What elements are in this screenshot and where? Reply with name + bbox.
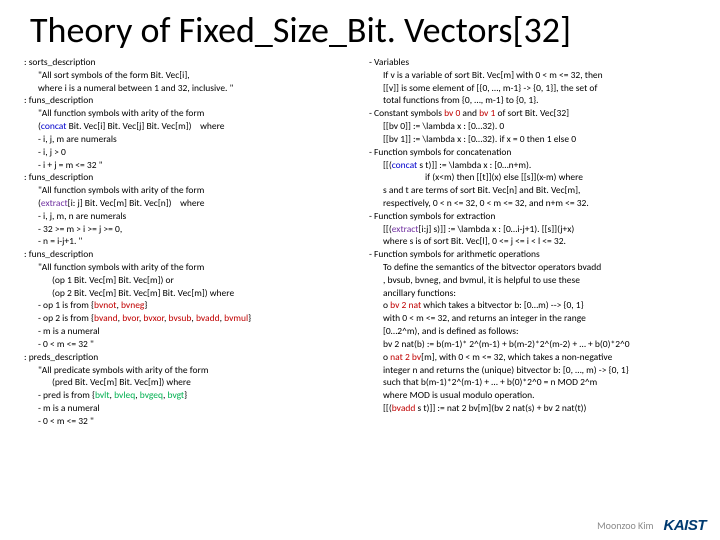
text-line: (op 2 Bit. Vec[m] Bit. Vec[m] Bit. Vec[m… [24,287,357,300]
text-line: (concat Bit. Vec[i] Bit. Vec[j] Bit. Vec… [24,120,357,133]
text-line: "All sort symbols of the form Bit. Vec[i… [24,69,357,82]
text-line: [[bv 1]] := \lambda x : [0…32). if x = 0… [369,133,702,146]
text-line: [[(extract[i:j] s)]] := \lambda x : [0…i… [369,223,702,236]
text-line: (extract[i: j] Bit. Vec[m] Bit. Vec[n]) … [24,197,357,210]
text-line: [[bv 0]] := \lambda x : [0…32). 0 [369,120,702,133]
text-line: where i is a numeral between 1 and 32, i… [24,82,357,95]
right-column: - VariablesIf v is a variable of sort Bi… [363,56,702,428]
text-line: : preds_description [24,351,357,364]
text-line: - Function symbols for concatenation [369,146,702,159]
text-line: To define the semantics of the bitvector… [369,261,702,274]
text-line: integer n and returns the (unique) bitve… [369,364,702,377]
text-line: : funs_description [24,248,357,261]
text-line: : funs_description [24,94,357,107]
text-line: "All predicate symbols with arity of the… [24,364,357,377]
text-line: (pred Bit. Vec[m] Bit. Vec[m]) where [24,376,357,389]
text-line: [[(concat s t)]] := \lambda x : [0…n+m). [369,159,702,172]
footer: Moonzoo Kim KAIST [597,517,706,534]
text-line: where s is of sort Bit. Vec[l], 0 <= j <… [369,235,702,248]
text-line: If v is a variable of sort Bit. Vec[m] w… [369,69,702,82]
text-line: [0…2^m), and is defined as follows: [369,325,702,338]
text-line: - op 1 is from {bvnot, bvneg} [24,299,357,312]
text-line: - i + j = m <= 32 " [24,159,357,172]
text-line: (op 1 Bit. Vec[m] Bit. Vec[m]) or [24,274,357,287]
text-line: where MOD is usual modulo operation. [369,389,702,402]
left-column: : sorts_description"All sort symbols of … [24,56,363,428]
text-line: o bv 2 nat which takes a bitvector b: [0… [369,299,702,312]
text-line: such that b(m-1)*2^(m-1) + … + b(0)*2^0 … [369,376,702,389]
text-line: - Function symbols for extraction [369,210,702,223]
text-line: respectively, 0 < n <= 32, 0 < m <= 32, … [369,197,702,210]
text-line: , bvsub, bvneg, and bvmul, it is helpful… [369,274,702,287]
text-line: - Variables [369,56,702,69]
text-line: - m is a numeral [24,325,357,338]
text-line: - i, j > 0 [24,146,357,159]
kaist-logo: KAIST [664,517,707,534]
text-line: "All function symbols with arity of the … [24,107,357,120]
text-line: - 0 < m <= 32 " [24,338,357,351]
text-line: bv 2 nat(b) := b(m-1)* 2^(m-1) + b(m-2)*… [369,338,702,351]
text-line: s and t are terms of sort Bit. Vec[n] an… [369,184,702,197]
slide-title: Theory of Fixed_Size_Bit. Vectors[32] [0,0,720,56]
text-line: - 32 >= m > i >= j >= 0, [24,223,357,236]
text-line: : funs_description [24,171,357,184]
text-line: "All function symbols with arity of the … [24,184,357,197]
text-line: - i, j, m, n are numerals [24,210,357,223]
text-line: [[(bvadd s t)]] := nat 2 bv[m](bv 2 nat(… [369,402,702,415]
text-line: - pred is from {bvlt, bvleq, bvgeq, bvgt… [24,389,357,402]
text-line: if (x<m) then [[t]](x) else [[s]](x-m) w… [369,171,702,184]
text-line: - op 2 is from {bvand, bvor, bvxor, bvsu… [24,312,357,325]
text-line: - i, j, m are numerals [24,133,357,146]
text-line: - 0 < m <= 32 " [24,415,357,428]
text-line: - m is a numeral [24,402,357,415]
text-line: - Function symbols for arithmetic operat… [369,248,702,261]
slide-body: : sorts_description"All sort symbols of … [0,56,720,428]
text-line: ancillary functions: [369,287,702,300]
author-attribution: Moonzoo Kim [597,519,653,532]
text-line: total functions from {0, …, m-1} to {0, … [369,94,702,107]
text-line: "All function symbols with arity of the … [24,261,357,274]
text-line: : sorts_description [24,56,357,69]
text-line: o nat 2 bv[m], with 0 < m <= 32, which t… [369,351,702,364]
text-line: [[v]] is some element of [{0, …, m-1} ->… [369,82,702,95]
text-line: with 0 < m <= 32, and returns an integer… [369,312,702,325]
text-line: - Constant symbols bv 0 and bv 1 of sort… [369,107,702,120]
text-line: - n = i-j+1. " [24,235,357,248]
slide: Theory of Fixed_Size_Bit. Vectors[32] : … [0,0,720,540]
